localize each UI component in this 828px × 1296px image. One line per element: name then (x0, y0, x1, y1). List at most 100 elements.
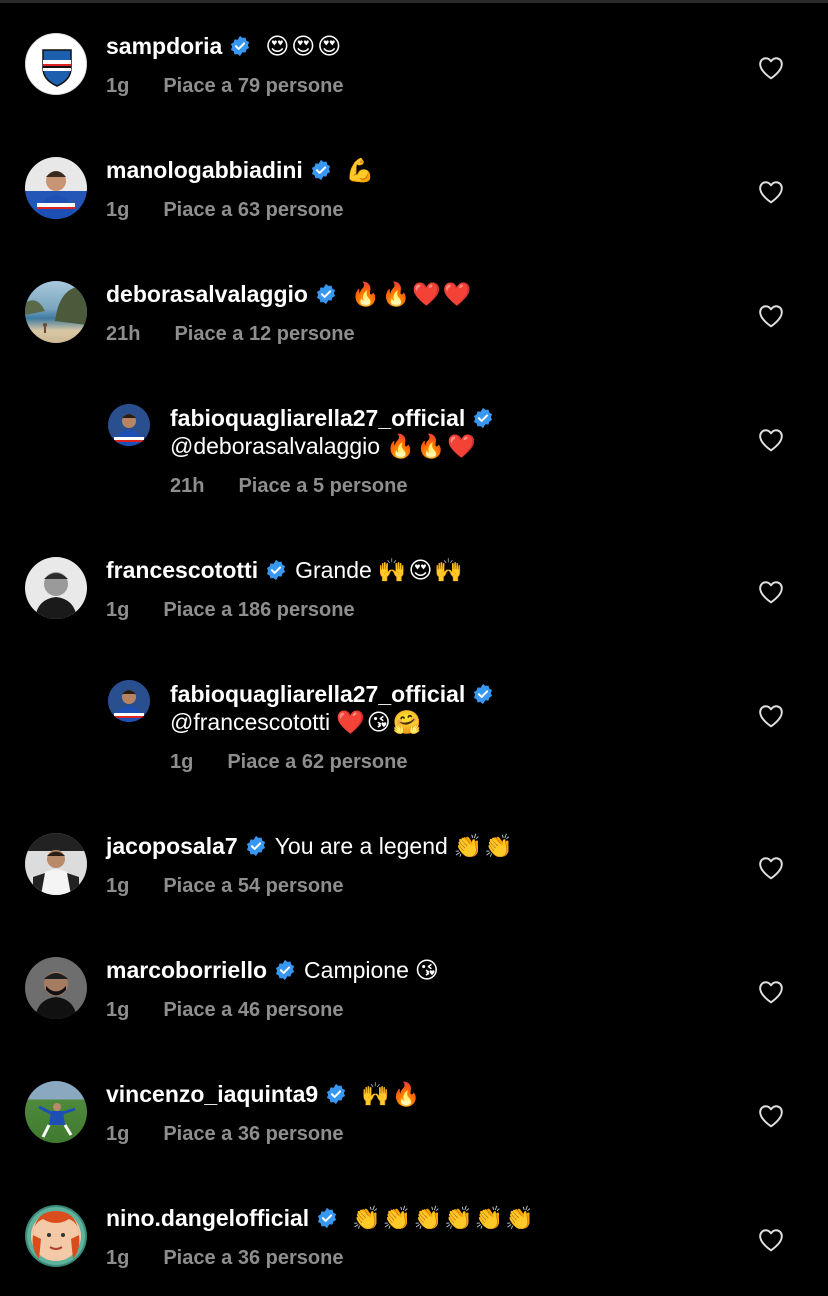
comment-meta: 1g Piace a 54 persone (106, 873, 343, 899)
heart-outline-icon[interactable] (758, 428, 784, 452)
reply-body: @deborasalvalaggio 🔥🔥❤️ (170, 430, 478, 462)
comment-time: 1g (106, 875, 130, 897)
comment-item: marcoborriello Campione 😘 1g Piace a 46 p… (0, 924, 828, 1048)
likes-count[interactable]: Piace a 36 persone (163, 1247, 343, 1269)
likes-count[interactable]: Piace a 5 persone (238, 475, 407, 497)
avatar-fabioquagliarella27[interactable] (108, 680, 150, 722)
comment-item: vincenzo_iaquinta9 🙌🔥 1g Piace a 36 perso… (0, 1048, 828, 1172)
comment-emoji: 💪 (345, 157, 377, 183)
comment-emoji: 👏👏👏👏👏👏 (352, 1205, 536, 1231)
comment-item: nino.dangelofficial 👏👏👏👏👏👏 1g Piace a 36 … (0, 1172, 828, 1296)
comment-emoji: 🙌🔥 (361, 1081, 423, 1107)
avatar-francescototti[interactable] (25, 557, 87, 619)
comment-header: jacoposala7 You are a legend 👏👏 (106, 830, 515, 862)
comment-item: deborasalvalaggio 🔥🔥❤️❤️ 21h Piace a 12 p… (0, 248, 828, 372)
heart-outline-icon[interactable] (758, 704, 784, 728)
comment-meta: 21h Piace a 12 persone (106, 321, 355, 347)
comment-time: 21h (106, 323, 141, 345)
comment-text: Grande (295, 557, 372, 583)
heart-outline-icon[interactable] (758, 1228, 784, 1252)
avatar-deborasalvalaggio[interactable] (25, 281, 87, 343)
heart-outline-icon[interactable] (758, 1104, 784, 1128)
avatar-jacoposala7[interactable] (25, 833, 87, 895)
comment-emoji: 👏👏 (453, 833, 516, 859)
username[interactable]: sampdoria (106, 30, 222, 62)
verified-badge-icon (472, 407, 494, 429)
comment-text: Campione (304, 957, 409, 983)
likes-count[interactable]: Piace a 46 persone (163, 999, 343, 1021)
verified-badge-icon (229, 35, 251, 57)
username[interactable]: nino.dangelofficial (106, 1202, 309, 1234)
avatar-marcoborriello[interactable] (25, 957, 87, 1019)
comment-time: 1g (106, 599, 130, 621)
comment-item: sampdoria 😍😍😍 1g Piace a 79 persone (0, 0, 828, 124)
comment-header: deborasalvalaggio 🔥🔥❤️❤️ (106, 278, 474, 310)
username[interactable]: jacoposala7 (106, 830, 238, 862)
likes-count[interactable]: Piace a 36 persone (163, 1123, 343, 1145)
comment-text: You are a legend (274, 833, 448, 859)
comment-time: 21h (170, 475, 205, 497)
verified-badge-icon (274, 959, 296, 981)
username[interactable]: francescototti (106, 554, 258, 586)
avatar-fabioquagliarella27[interactable] (108, 404, 150, 446)
comment-emoji: ❤️😘🤗 (336, 709, 424, 735)
heart-outline-icon[interactable] (758, 304, 784, 328)
avatar-manologabbiadini[interactable] (25, 157, 87, 219)
verified-badge-icon (265, 559, 287, 581)
comment-time: 1g (106, 75, 130, 97)
avatar-nino.dangelofficial[interactable] (25, 1205, 87, 1267)
reply-body: @francescototti ❤️😘🤗 (170, 706, 423, 738)
verified-badge-icon (325, 1083, 347, 1105)
comment-header: vincenzo_iaquinta9 🙌🔥 (106, 1078, 422, 1110)
username[interactable]: manologabbiadini (106, 154, 303, 186)
heart-outline-icon[interactable] (758, 56, 784, 80)
comment-time: 1g (106, 199, 130, 221)
comment-header: sampdoria 😍😍😍 (106, 30, 343, 62)
comment-meta: 1g Piace a 62 persone (170, 749, 407, 775)
verified-badge-icon (472, 683, 494, 705)
likes-count[interactable]: Piace a 12 persone (174, 323, 354, 345)
heart-outline-icon[interactable] (758, 856, 784, 880)
comment-header: nino.dangelofficial 👏👏👏👏👏👏 (106, 1202, 536, 1234)
reply-item: fabioquagliarella27_official @deborasalv… (0, 372, 828, 524)
comment-meta: 1g Piace a 36 persone (106, 1121, 343, 1147)
comment-emoji: 🔥🔥❤️❤️ (350, 281, 474, 307)
username[interactable]: marcoborriello (106, 954, 267, 986)
comment-item: jacoposala7 You are a legend 👏👏 1g Piace … (0, 800, 828, 924)
comment-time: 1g (170, 751, 194, 773)
comment-item: manologabbiadini 💪 1g Piace a 63 persone (0, 124, 828, 248)
comment-meta: 1g Piace a 186 persone (106, 597, 355, 623)
avatar-sampdoria[interactable] (25, 33, 87, 95)
likes-count[interactable]: Piace a 54 persone (163, 875, 343, 897)
heart-outline-icon[interactable] (758, 980, 784, 1004)
verified-badge-icon (316, 1207, 338, 1229)
likes-count[interactable]: Piace a 186 persone (163, 599, 354, 621)
username[interactable]: vincenzo_iaquinta9 (106, 1078, 318, 1110)
comment-time: 1g (106, 1247, 130, 1269)
comment-header: manologabbiadini 💪 (106, 154, 376, 186)
comment-meta: 1g Piace a 63 persone (106, 197, 343, 223)
verified-badge-icon (315, 283, 337, 305)
comment-meta: 1g Piace a 79 persone (106, 73, 343, 99)
avatar-vincenzo_iaquinta9[interactable] (25, 1081, 87, 1143)
comment-emoji: 😍😍😍 (265, 33, 344, 59)
username[interactable]: deborasalvalaggio (106, 278, 308, 310)
likes-count[interactable]: Piace a 63 persone (163, 199, 343, 221)
comment-meta: 1g Piace a 46 persone (106, 997, 343, 1023)
verified-badge-icon (245, 835, 267, 857)
comment-meta: 21h Piace a 5 persone (170, 473, 407, 499)
likes-count[interactable]: Piace a 62 persone (227, 751, 407, 773)
comment-meta: 1g Piace a 36 persone (106, 1245, 343, 1271)
likes-count[interactable]: Piace a 79 persone (163, 75, 343, 97)
comment-item: francescototti Grande 🙌😍🙌 1g Piace a 186 … (0, 524, 828, 648)
mention-link[interactable]: @francescototti (170, 706, 330, 738)
comment-time: 1g (106, 999, 130, 1021)
comment-header: francescototti Grande 🙌😍🙌 (106, 554, 465, 586)
mention-link[interactable]: @deborasalvalaggio (170, 430, 380, 462)
comment-emoji: 🔥🔥❤️ (386, 433, 478, 459)
comment-time: 1g (106, 1123, 130, 1145)
verified-badge-icon (310, 159, 332, 181)
heart-outline-icon[interactable] (758, 180, 784, 204)
comment-emoji: 😘 (414, 957, 441, 983)
heart-outline-icon[interactable] (758, 580, 784, 604)
